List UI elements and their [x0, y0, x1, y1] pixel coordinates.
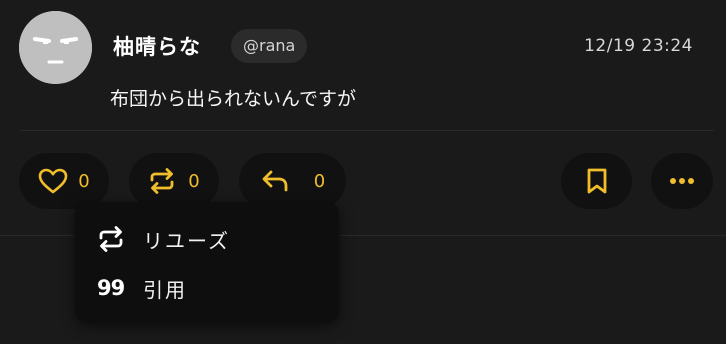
like-button[interactable]: 0: [19, 153, 109, 209]
quote-icon: 99: [97, 276, 125, 300]
more-options-button[interactable]: [651, 153, 713, 209]
divider: [20, 130, 714, 131]
reply-icon: [260, 168, 290, 194]
display-name[interactable]: 柚晴らな: [113, 31, 201, 61]
repost-button[interactable]: 0: [129, 153, 219, 209]
post-timestamp[interactable]: 12/19 23:24: [584, 36, 693, 56]
avatar[interactable]: [19, 11, 92, 84]
menu-item-quote[interactable]: 99 引用: [75, 265, 339, 311]
user-handle[interactable]: @rana: [231, 29, 308, 63]
reply-button[interactable]: 0: [239, 153, 346, 209]
more-horizontal-icon: [669, 177, 695, 185]
like-count: 0: [78, 170, 90, 192]
menu-item-label: リユーズ: [143, 228, 230, 253]
heart-icon: [38, 168, 68, 194]
menu-item-label: 引用: [143, 277, 187, 302]
menu-item-reuse[interactable]: リユーズ: [75, 216, 339, 262]
repost-menu: リユーズ 99 引用: [75, 202, 339, 322]
repost-icon: [148, 167, 176, 195]
post-card: 柚晴らな @rana 12/19 23:24 布団から出られないんですが 0 0: [0, 0, 726, 236]
bookmark-button[interactable]: [561, 153, 632, 209]
bookmark-icon: [586, 167, 608, 195]
repost-icon: [97, 225, 125, 253]
repost-count: 0: [188, 170, 200, 192]
expressionless-face-icon: [19, 11, 92, 84]
post-text: 布団から出られないんですが: [110, 88, 357, 110]
reply-count: 0: [313, 170, 326, 192]
